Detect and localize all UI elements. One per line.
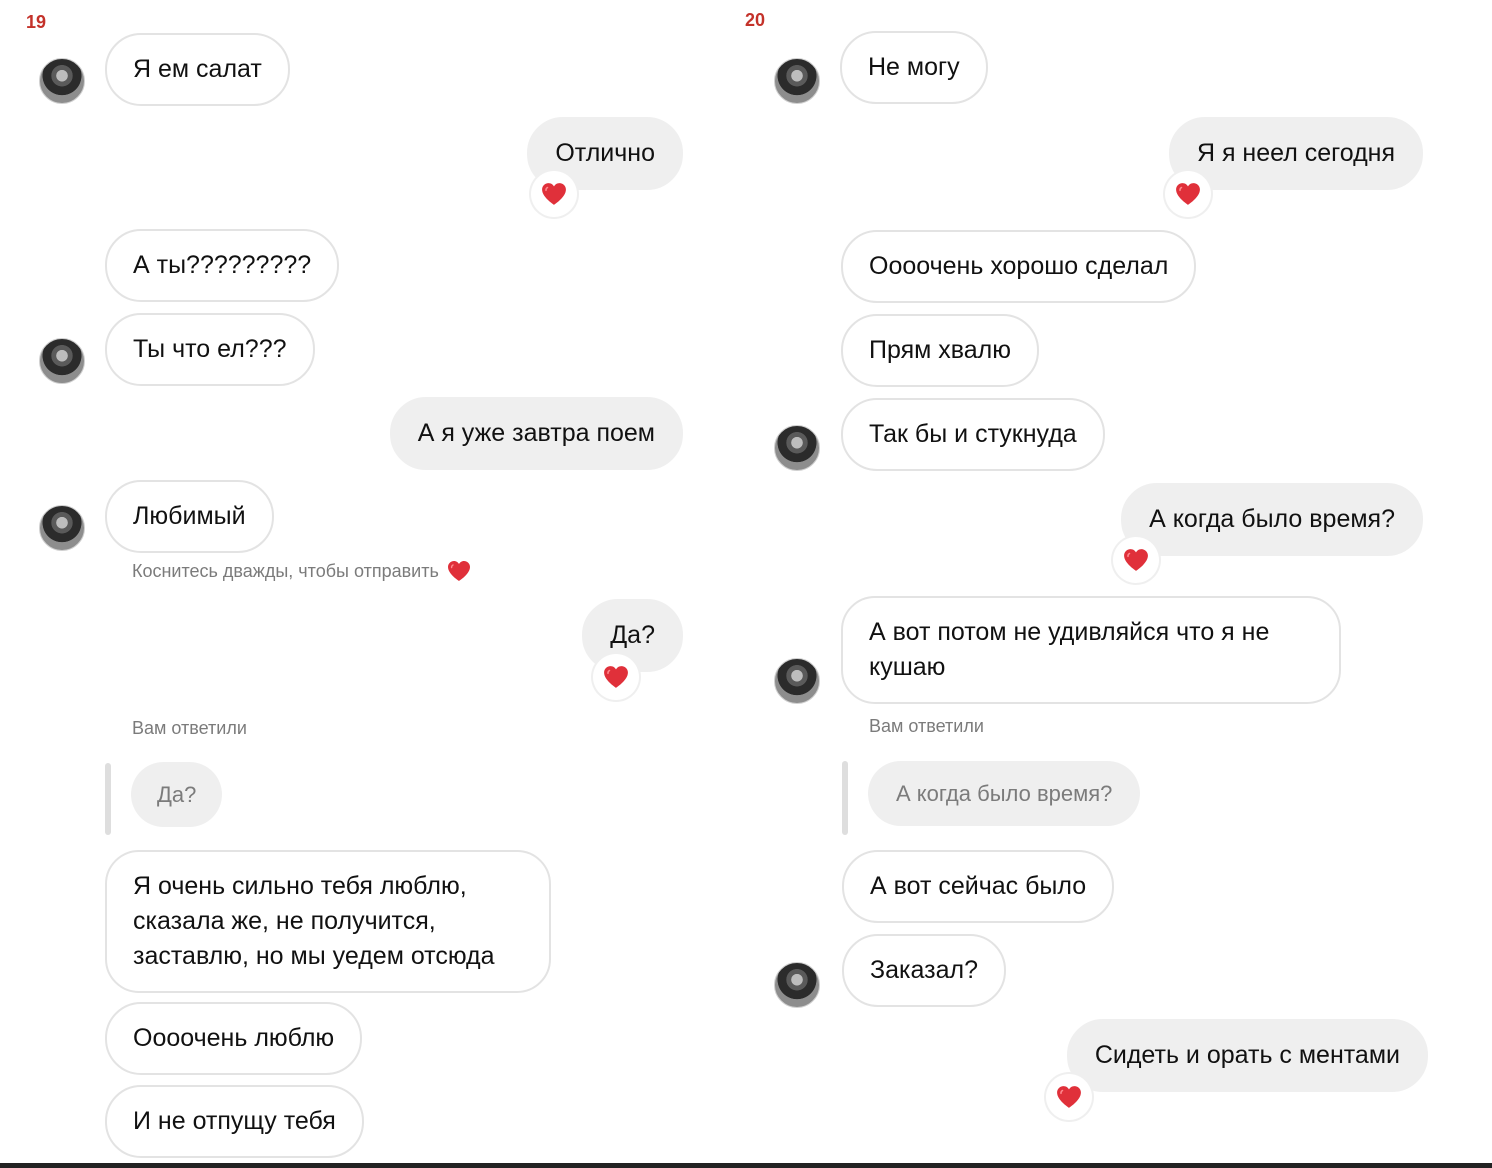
incoming-message[interactable]: Ты что ел??? (105, 313, 315, 386)
right-chat-panel: 20 Не могу Я я неел сегодня Оооочень хор… (745, 0, 1492, 1162)
avatar[interactable] (774, 58, 820, 104)
reaction-badge[interactable] (1165, 171, 1211, 217)
page-number: 20 (745, 10, 766, 30)
quoted-message[interactable]: Да? (131, 762, 223, 827)
incoming-message[interactable]: А вот сейчас было (842, 850, 1115, 923)
avatar[interactable] (774, 658, 820, 704)
outgoing-message[interactable]: Сидеть и орать с ментами (1066, 1019, 1428, 1092)
outgoing-message[interactable]: Я я неел сегодня (1168, 117, 1423, 190)
reply-quote-bar (842, 761, 848, 835)
incoming-message[interactable]: Не могу (840, 31, 988, 104)
incoming-message[interactable]: А вот потом не удивляйся что я не кушаю (841, 596, 1341, 704)
avatar[interactable] (39, 338, 85, 384)
incoming-message[interactable]: Прям хвалю (841, 314, 1040, 387)
heart-icon (603, 665, 629, 689)
heart-icon (1056, 1085, 1082, 1109)
left-chat-panel: 19 Я ем салат Отлично А ты????????? Ты ч… (0, 0, 745, 1162)
reaction-badge[interactable] (1113, 537, 1159, 583)
avatar[interactable] (774, 962, 820, 1008)
outgoing-message[interactable]: А когда было время? (1121, 483, 1423, 556)
heart-icon (541, 182, 567, 206)
incoming-message[interactable]: И не отпущу тебя (105, 1085, 364, 1158)
incoming-message[interactable]: Так бы и стукнуда (841, 398, 1105, 471)
incoming-message[interactable]: А ты????????? (105, 229, 340, 302)
heart-icon (1123, 548, 1149, 572)
heart-icon[interactable] (447, 560, 471, 582)
incoming-message[interactable]: Я очень сильно тебя люблю, сказала же, н… (105, 850, 551, 993)
avatar[interactable] (39, 505, 85, 551)
outgoing-message[interactable]: А я уже завтра поем (389, 397, 683, 470)
reply-caption: Вам ответили (869, 716, 984, 736)
reaction-badge[interactable] (531, 171, 577, 217)
avatar[interactable] (774, 425, 820, 471)
quoted-message[interactable]: А когда было время? (868, 761, 1141, 826)
incoming-message[interactable]: Заказал? (842, 934, 1006, 1007)
reaction-badge[interactable] (1046, 1074, 1092, 1120)
bottom-edge-bar (0, 1163, 1492, 1168)
reply-caption: Вам ответили (132, 718, 247, 738)
incoming-message[interactable]: Любимый (105, 480, 274, 553)
incoming-message[interactable]: Оооочень люблю (105, 1002, 363, 1075)
reply-quote-bar (105, 763, 111, 835)
double-tap-hint: Коснитесь дважды, чтобы отправить (132, 560, 471, 582)
incoming-message[interactable]: Я ем салат (105, 33, 290, 106)
page-number: 19 (26, 12, 47, 32)
avatar[interactable] (39, 58, 85, 104)
reaction-badge[interactable] (593, 654, 639, 700)
double-tap-hint-text: Коснитесь дважды, чтобы отправить (132, 560, 439, 581)
incoming-message[interactable]: Оооочень хорошо сделал (841, 230, 1197, 303)
heart-icon (1175, 182, 1201, 206)
